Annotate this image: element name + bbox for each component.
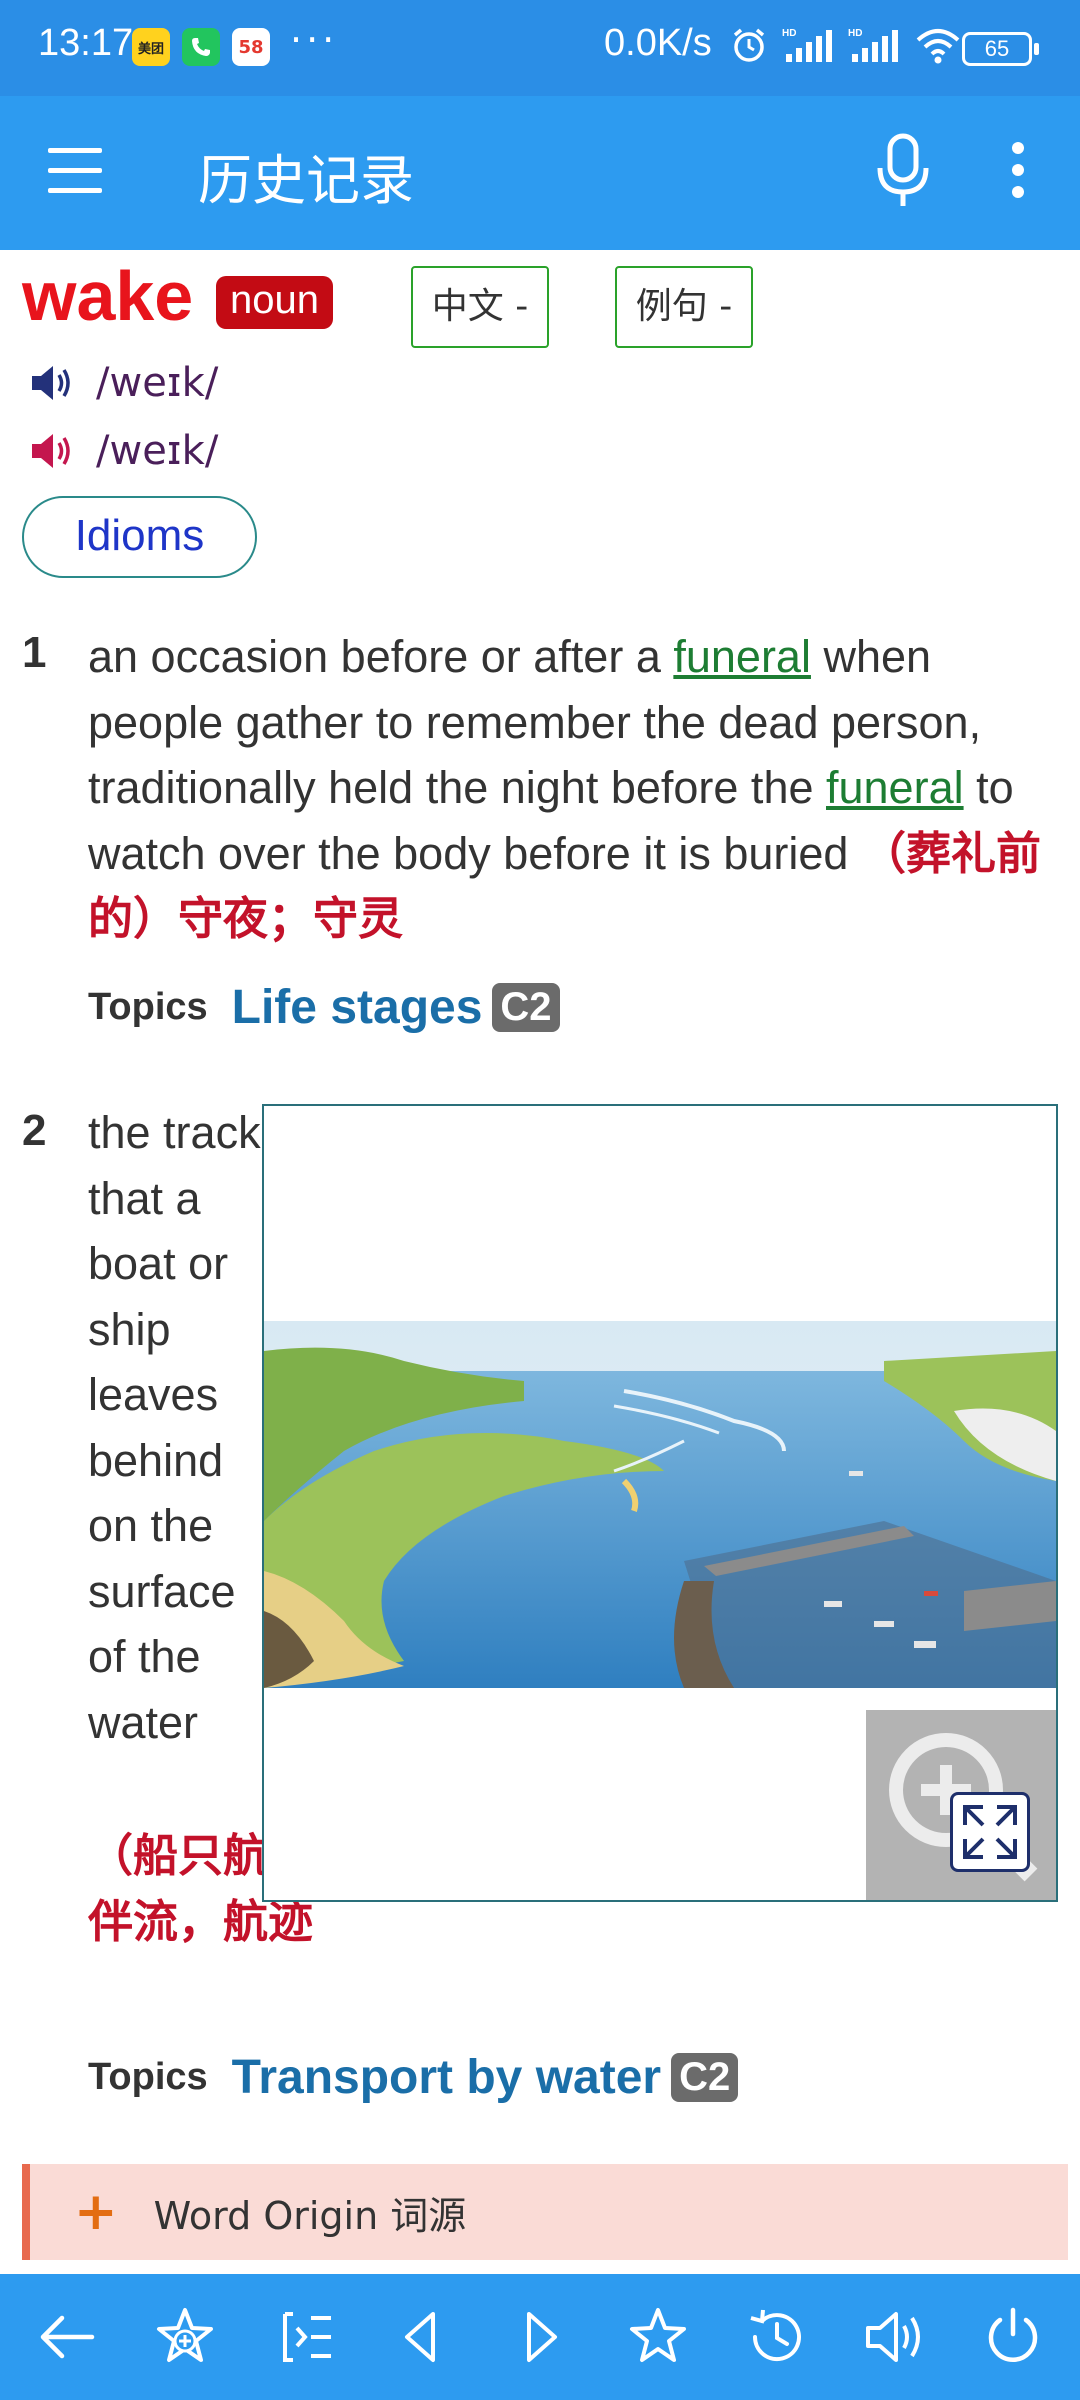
- app-bar: 历史记录: [0, 96, 1080, 250]
- word-origin-section[interactable]: + Word Origin 词源: [22, 2164, 1068, 2260]
- previous-icon[interactable]: [377, 2292, 467, 2382]
- alarm-icon: [733, 28, 765, 62]
- topics-label: Topics: [88, 985, 208, 1028]
- funeral-link-2[interactable]: funeral: [826, 762, 964, 813]
- next-icon[interactable]: [495, 2292, 585, 2382]
- illustration-boat-wake[interactable]: [262, 1104, 1058, 1902]
- idioms-button[interactable]: Idioms: [22, 496, 257, 578]
- speaker-us-icon[interactable]: [28, 427, 76, 475]
- zoom-image-button[interactable]: [866, 1710, 1056, 1900]
- signal-hd-icon-2: HD: [848, 28, 898, 62]
- funeral-link[interactable]: funeral: [673, 631, 811, 682]
- status-bar: 13:17 美团 58 ··· 0.0K/s HD HD 65: [0, 0, 1080, 96]
- mic-icon[interactable]: [868, 132, 938, 212]
- status-app-icons: 美团 58: [132, 28, 270, 66]
- meituan-app-icon: 美团: [132, 28, 170, 66]
- page-title: 历史记录: [198, 149, 414, 212]
- pronunciation-us[interactable]: /weɪk/: [28, 426, 218, 476]
- more-vertical-icon[interactable]: [1002, 142, 1036, 202]
- menu-icon[interactable]: [48, 146, 104, 196]
- battery-indicator: 65: [962, 32, 1039, 66]
- sense-2-topics: Topics Transport by water C2: [88, 2042, 739, 2112]
- toggle-chinese-button[interactable]: 中文 -: [411, 266, 549, 348]
- status-system-icons: HD HD: [730, 26, 962, 64]
- bottom-toolbar: [0, 2274, 1080, 2400]
- svg-text:HD: HD: [782, 28, 796, 39]
- phone-app-icon: [182, 28, 220, 66]
- status-more-dots: ···: [290, 18, 339, 62]
- wifi-icon: [916, 29, 960, 64]
- part-of-speech-badge: noun: [216, 276, 333, 329]
- speaker-uk-icon[interactable]: [28, 359, 76, 407]
- cefr-badge-2: C2: [671, 2052, 739, 2102]
- signal-hd-icon: HD: [782, 28, 832, 62]
- phonetic-us: /weɪk/: [96, 428, 219, 474]
- back-arrow-icon[interactable]: [22, 2292, 112, 2382]
- pronunciation-uk[interactable]: /weɪk/: [28, 358, 218, 408]
- toggle-examples-button[interactable]: 例句 -: [615, 266, 753, 348]
- phonetic-uk: /weɪk/: [96, 360, 219, 406]
- word-list-icon[interactable]: [259, 2292, 349, 2382]
- harbour-illustration-image: [264, 1321, 1056, 1688]
- sense-1-definition: an occasion before or after a funeral wh…: [88, 631, 1041, 944]
- power-icon[interactable]: [968, 2292, 1058, 2382]
- 58-app-icon: 58: [232, 28, 270, 66]
- speaker-icon[interactable]: [850, 2292, 940, 2382]
- topic-link-transport-by-water[interactable]: Transport by water: [232, 2050, 661, 2105]
- sense-2-definition: the track that a boat or ship leaves beh…: [88, 1107, 261, 1748]
- status-time: 13:17: [38, 22, 134, 64]
- sense-1-topics: Topics Life stages C2: [88, 972, 560, 1042]
- sense-number-2: 2: [22, 1106, 47, 1155]
- topics-label-2: Topics: [88, 2055, 208, 2098]
- topic-link-life-stages[interactable]: Life stages: [232, 980, 483, 1035]
- sense-number-1: 1: [22, 628, 47, 677]
- network-speed: 0.0K/s: [604, 22, 712, 64]
- expand-icon[interactable]: [950, 1792, 1030, 1872]
- expand-plus-icon[interactable]: +: [74, 2182, 118, 2242]
- word-origin-label: Word Origin 词源: [153, 2193, 467, 2238]
- history-icon[interactable]: [731, 2292, 821, 2382]
- favorites-icon[interactable]: [613, 2292, 703, 2382]
- svg-text:HD: HD: [848, 28, 862, 39]
- add-favorite-icon[interactable]: [140, 2292, 230, 2382]
- headword: wake: [22, 257, 194, 335]
- cefr-badge: C2: [492, 982, 560, 1032]
